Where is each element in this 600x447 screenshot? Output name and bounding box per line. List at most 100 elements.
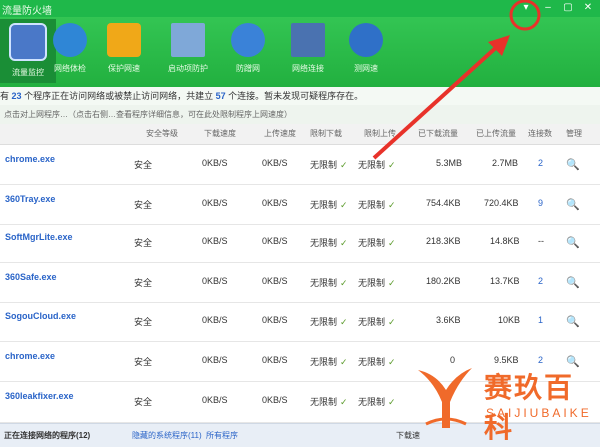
limit-upload[interactable]: 无限制 ✓ <box>358 236 396 249</box>
dropdown-menu-button[interactable]: ▾ <box>518 1 534 15</box>
check-icon: ✓ <box>340 397 348 407</box>
tab-hidden-system-programs[interactable]: 隐藏的系统程序(11) <box>132 424 202 447</box>
limit-download[interactable]: 无限制 ✓ <box>310 198 348 211</box>
download-speed: 0KB/S <box>202 315 228 325</box>
magnifier-icon[interactable]: 🔍 <box>566 276 580 289</box>
check-icon: ✓ <box>340 160 348 170</box>
minimize-button[interactable]: – <box>540 1 556 15</box>
magnifier-icon[interactable]: 🔍 <box>566 158 580 171</box>
magnifier-icon[interactable]: 🔍 <box>566 198 580 211</box>
main-toolbar: 流量监控 网络体检 保护网速 启动项防护 防蹭网 网络连接 测网速 <box>0 17 600 87</box>
limit-download[interactable]: 无限制 ✓ <box>310 158 348 171</box>
connection-number[interactable]: 1 <box>538 315 543 325</box>
limit-upload[interactable]: 无限制 ✓ <box>358 395 396 408</box>
process-name: 360Tray.exe <box>5 194 56 204</box>
col-security-level[interactable]: 安全等级 <box>146 128 178 139</box>
check-icon: ✓ <box>388 278 396 288</box>
screen-icon <box>291 23 325 57</box>
table-header: 安全等级 下载速度 上传速度 限制下载 限制上传 已下载流量 已上传流量 连接数… <box>0 124 600 145</box>
summary-prefix: 有 <box>0 91 10 101</box>
process-name: SoftMgrLite.exe <box>5 232 73 242</box>
check-icon: ✓ <box>388 160 396 170</box>
process-count: 23 <box>11 91 22 101</box>
limit-upload[interactable]: 无限制 ✓ <box>358 315 396 328</box>
limit-download[interactable]: 无限制 ✓ <box>310 315 348 328</box>
process-name: chrome.exe <box>5 154 56 164</box>
col-connections[interactable]: 连接数 <box>528 128 552 139</box>
shield-globe-icon <box>231 23 265 57</box>
watermark-en: SAIJIUBAIKE <box>486 406 592 420</box>
security-level: 安全 <box>134 397 153 407</box>
col-manage[interactable]: 管理 <box>566 128 582 139</box>
summary-suffix: 个连接。暂未发现可疑程序存在。 <box>228 91 364 101</box>
col-limit-upload[interactable]: 限制上传 <box>364 128 396 139</box>
col-upload-speed[interactable]: 上传速度 <box>264 128 296 139</box>
table-row[interactable]: SogouCloud.exe 安全 0KB/S 0KB/S 无限制 ✓ 无限制 ✓ … <box>0 302 600 342</box>
security-level: 安全 <box>134 278 153 288</box>
lightning-icon <box>107 23 141 57</box>
magnifier-icon[interactable]: 🔍 <box>566 236 580 249</box>
tool-network-check[interactable]: 网络体检 <box>42 19 98 83</box>
tool-label: 测网速 <box>354 64 378 73</box>
download-speed: 0KB/S <box>202 355 228 365</box>
upload-speed: 0KB/S <box>262 198 288 208</box>
col-uploaded[interactable]: 已上传流量 <box>476 128 516 139</box>
limit-download[interactable]: 无限制 ✓ <box>310 276 348 289</box>
uploaded-amount: 14.8KB <box>490 236 520 246</box>
security-level: 安全 <box>134 200 153 210</box>
limit-upload[interactable]: 无限制 ✓ <box>358 276 396 289</box>
process-name: 360leakfixer.exe <box>5 391 74 401</box>
tool-anti-leech[interactable]: 防蹭网 <box>220 19 276 83</box>
security-level: 安全 <box>134 238 153 248</box>
whale-tail-logo-icon <box>418 368 472 428</box>
tab-all-programs[interactable]: 所有程序 <box>206 424 238 447</box>
check-icon: ✓ <box>340 278 348 288</box>
connection-number[interactable]: 2 <box>538 158 543 168</box>
upload-speed: 0KB/S <box>262 395 288 405</box>
tool-speed-test[interactable]: 测网速 <box>338 19 394 83</box>
tab-connected-programs[interactable]: 正在连接网络的程序(12) <box>4 424 90 447</box>
process-name: chrome.exe <box>5 351 56 361</box>
window-title: 流量防火墙 <box>2 6 52 17</box>
table-row[interactable]: chrome.exe 安全 0KB/S 0KB/S 无限制 ✓ 无限制 ✓ 5.3M… <box>0 145 600 185</box>
limit-download[interactable]: 无限制 ✓ <box>310 395 348 408</box>
downloaded-amount: 180.2KB <box>426 276 461 286</box>
downloaded-amount: 5.3MB <box>436 158 463 168</box>
upload-speed: 0KB/S <box>262 355 288 365</box>
hint-bar: 点击对上网程序…（点击右侧…查看程序详细信息，可在此处限制程序上网速度） <box>0 105 600 125</box>
limit-download[interactable]: 无限制 ✓ <box>310 355 348 368</box>
limit-download[interactable]: 无限制 ✓ <box>310 236 348 249</box>
col-limit-download[interactable]: 限制下载 <box>310 128 342 139</box>
check-icon: ✓ <box>340 238 348 248</box>
check-icon: ✓ <box>340 200 348 210</box>
close-button[interactable]: ✕ <box>580 1 596 15</box>
limit-upload[interactable]: 无限制 ✓ <box>358 355 396 368</box>
limit-upload[interactable]: 无限制 ✓ <box>358 158 396 171</box>
tool-network-connections[interactable]: 网络连接 <box>280 19 336 83</box>
connection-number[interactable]: -- <box>538 236 544 246</box>
tool-startup-protect[interactable]: 启动项防护 <box>160 19 216 83</box>
hint-text: 点击对上网程序…（点击右侧…查看程序详细信息，可在此处限制程序上网速度） <box>4 110 292 119</box>
table-row[interactable]: SoftMgrLite.exe 安全 0KB/S 0KB/S 无限制 ✓ 无限制 ✓… <box>0 223 600 263</box>
check-icon: ✓ <box>388 317 396 327</box>
connection-number[interactable]: 2 <box>538 276 543 286</box>
col-download-speed[interactable]: 下载速度 <box>204 128 236 139</box>
uploaded-amount: 2.7MB <box>492 158 519 168</box>
table-row[interactable]: 360Safe.exe 安全 0KB/S 0KB/S 无限制 ✓ 无限制 ✓ 180… <box>0 263 600 303</box>
magnifier-icon[interactable]: 🔍 <box>566 315 580 328</box>
connection-number[interactable]: 9 <box>538 198 543 208</box>
upload-speed: 0KB/S <box>262 236 288 246</box>
watermark: 赛玖百科 SAIJIUBAIKE <box>412 362 600 443</box>
table-row[interactable]: 360Tray.exe 安全 0KB/S 0KB/S 无限制 ✓ 无限制 ✓ 754… <box>0 185 600 225</box>
upload-speed: 0KB/S <box>262 315 288 325</box>
security-level: 安全 <box>134 357 153 367</box>
check-icon: ✓ <box>388 357 396 367</box>
maximize-button[interactable]: ▢ <box>560 1 576 15</box>
col-downloaded[interactable]: 已下载流量 <box>418 128 458 139</box>
tool-label: 启动项防护 <box>168 64 208 73</box>
check-icon: ✓ <box>340 357 348 367</box>
limit-upload[interactable]: 无限制 ✓ <box>358 198 396 211</box>
title-bar: 流量防火墙 ▾ – ▢ ✕ <box>0 0 600 17</box>
document-icon <box>171 23 205 57</box>
tool-protect-speed[interactable]: 保护网速 <box>96 19 152 83</box>
